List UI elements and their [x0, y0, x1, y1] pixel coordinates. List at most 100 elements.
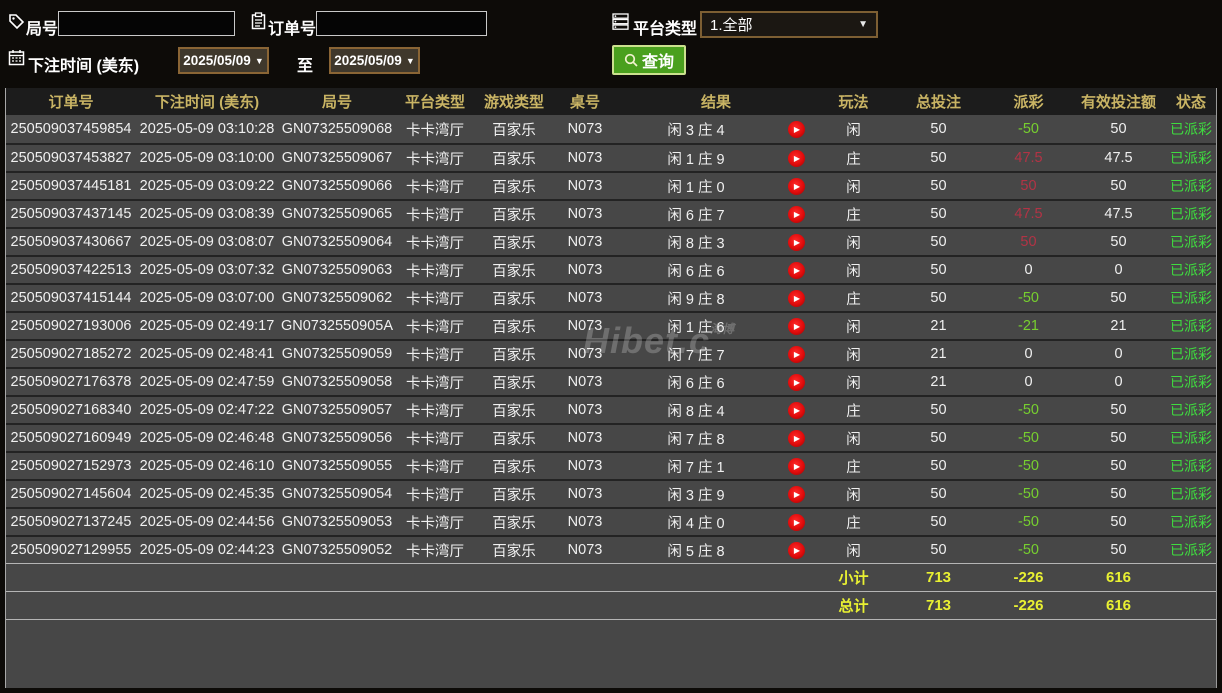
platform-cell: 卡卡湾厅: [396, 512, 474, 533]
game-no-cell: GN07325509055: [278, 458, 396, 474]
col-header-game: 局号: [278, 91, 396, 112]
date-to-select[interactable]: 2025/05/09 ▼: [329, 47, 420, 74]
play-icon: ▶: [794, 182, 800, 191]
play-icon: ▶: [794, 294, 800, 303]
table-no-cell: N073: [554, 374, 616, 390]
play-icon: ▶: [794, 210, 800, 219]
subtotal-payout: -226: [986, 569, 1071, 586]
play-video-button[interactable]: ▶: [788, 262, 805, 279]
order-no-cell: 250509037445181: [6, 178, 136, 194]
chevron-down-icon: ▼: [406, 56, 415, 66]
col-header-total-bet: 总投注: [891, 91, 986, 112]
play-icon: ▶: [794, 125, 800, 134]
table-row: 250509037453827 2025-05-09 03:10:00 GN07…: [6, 143, 1216, 171]
calendar-icon: [8, 49, 25, 66]
valid-bet-cell: 50: [1071, 514, 1166, 530]
play-video-button[interactable]: ▶: [788, 318, 805, 335]
platform-cell: 卡卡湾厅: [396, 540, 474, 561]
order-no-cell: 250509027152973: [6, 458, 136, 474]
game-no-cell: GN07325509058: [278, 374, 396, 390]
valid-bet-cell: 50: [1071, 178, 1166, 194]
play-video-button[interactable]: ▶: [788, 346, 805, 363]
bet-time-cell: 2025-05-09 02:49:17: [136, 318, 278, 334]
play-icon: ▶: [794, 490, 800, 499]
play-video-button[interactable]: ▶: [788, 290, 805, 307]
game-type-cell: 百家乐: [474, 372, 554, 393]
col-header-status: 状态: [1166, 91, 1216, 112]
result-cell: 闲 6 庄 6: [616, 260, 776, 281]
search-button-label: 查询: [642, 48, 674, 72]
table-row: 250509037445181 2025-05-09 03:09:22 GN07…: [6, 171, 1216, 199]
game-no-cell: GN0732550905A: [278, 318, 396, 334]
play-video-button[interactable]: ▶: [788, 150, 805, 167]
game-no-cell: GN07325509066: [278, 178, 396, 194]
game-no-input[interactable]: [58, 11, 235, 36]
play-video-button[interactable]: ▶: [788, 430, 805, 447]
game-no-cell: GN07325509064: [278, 234, 396, 250]
bet-time-cell: 2025-05-09 02:47:22: [136, 402, 278, 418]
play-video-button[interactable]: ▶: [788, 514, 805, 531]
result-cell: 闲 1 庄 9: [616, 148, 776, 169]
platform-cell: 卡卡湾厅: [396, 400, 474, 421]
payout-cell: 50: [986, 178, 1071, 194]
platform-cell: 卡卡湾厅: [396, 428, 474, 449]
subtotal-label: 小计: [816, 567, 891, 588]
play-type-cell: 闲: [816, 316, 891, 337]
play-video-button[interactable]: ▶: [788, 206, 805, 223]
date-to-value: 2025/05/09: [334, 53, 402, 68]
play-video-button[interactable]: ▶: [788, 374, 805, 391]
table-body: 250509037459854 2025-05-09 03:10:28 GN07…: [6, 115, 1216, 563]
play-type-cell: 庄: [816, 148, 891, 169]
order-no-cell: 250509027176378: [6, 374, 136, 390]
valid-bet-cell: 50: [1071, 486, 1166, 502]
play-icon: ▶: [794, 546, 800, 555]
game-type-cell: 百家乐: [474, 512, 554, 533]
game-type-cell: 百家乐: [474, 540, 554, 561]
play-video-button[interactable]: ▶: [788, 402, 805, 419]
game-type-cell: 百家乐: [474, 176, 554, 197]
grand-total-valid-bet: 616: [1071, 597, 1166, 614]
payout-cell: 50: [986, 234, 1071, 250]
table-row: 250509027193006 2025-05-09 02:49:17 GN07…: [6, 311, 1216, 339]
play-video-button[interactable]: ▶: [788, 542, 805, 559]
platform-type-select[interactable]: 1.全部 ▼: [700, 11, 878, 38]
play-video-button[interactable]: ▶: [788, 486, 805, 503]
game-no-cell: GN07325509057: [278, 402, 396, 418]
bet-time-cell: 2025-05-09 02:47:59: [136, 374, 278, 390]
order-no-cell: 250509027185272: [6, 346, 136, 362]
total-bet-cell: 21: [891, 346, 986, 362]
valid-bet-cell: 47.5: [1071, 150, 1166, 166]
date-from-select[interactable]: 2025/05/09 ▼: [178, 47, 269, 74]
game-type-cell: 百家乐: [474, 456, 554, 477]
order-no-input[interactable]: [316, 11, 487, 36]
to-label: 至: [297, 52, 313, 76]
play-video-button[interactable]: ▶: [788, 458, 805, 475]
play-icon: ▶: [794, 434, 800, 443]
table-row: 250509037437145 2025-05-09 03:08:39 GN07…: [6, 199, 1216, 227]
bet-time-cell: 2025-05-09 02:44:23: [136, 542, 278, 558]
play-video-button[interactable]: ▶: [788, 234, 805, 251]
order-no-cell: 250509027168340: [6, 402, 136, 418]
game-no-cell: GN07325509068: [278, 121, 396, 137]
status-badge: 已派彩: [1166, 204, 1216, 224]
search-button[interactable]: 查询: [612, 45, 686, 75]
order-no-cell: 250509037415144: [6, 290, 136, 306]
play-icon: ▶: [794, 322, 800, 331]
play-video-button[interactable]: ▶: [788, 178, 805, 195]
platform-cell: 卡卡湾厅: [396, 176, 474, 197]
order-no-cell: 250509027145604: [6, 486, 136, 502]
bet-records-panel: 订单号 下注时间 (美东) 局号 平台类型 游戏类型 桌号 结果 玩法 总投注 …: [5, 88, 1217, 688]
table-empty-area: [6, 619, 1216, 686]
game-type-cell: 百家乐: [474, 344, 554, 365]
bet-time-cell: 2025-05-09 03:09:22: [136, 178, 278, 194]
play-video-button[interactable]: ▶: [788, 121, 805, 138]
table-no-cell: N073: [554, 318, 616, 334]
bet-time-cell: 2025-05-09 03:07:32: [136, 262, 278, 278]
result-cell: 闲 6 庄 6: [616, 372, 776, 393]
order-no-cell: 250509027137245: [6, 514, 136, 530]
payout-cell: -50: [986, 514, 1071, 530]
result-cell: 闲 4 庄 0: [616, 512, 776, 533]
result-cell: 闲 3 庄 4: [616, 119, 776, 140]
platform-cell: 卡卡湾厅: [396, 456, 474, 477]
col-header-table-no: 桌号: [554, 91, 616, 112]
